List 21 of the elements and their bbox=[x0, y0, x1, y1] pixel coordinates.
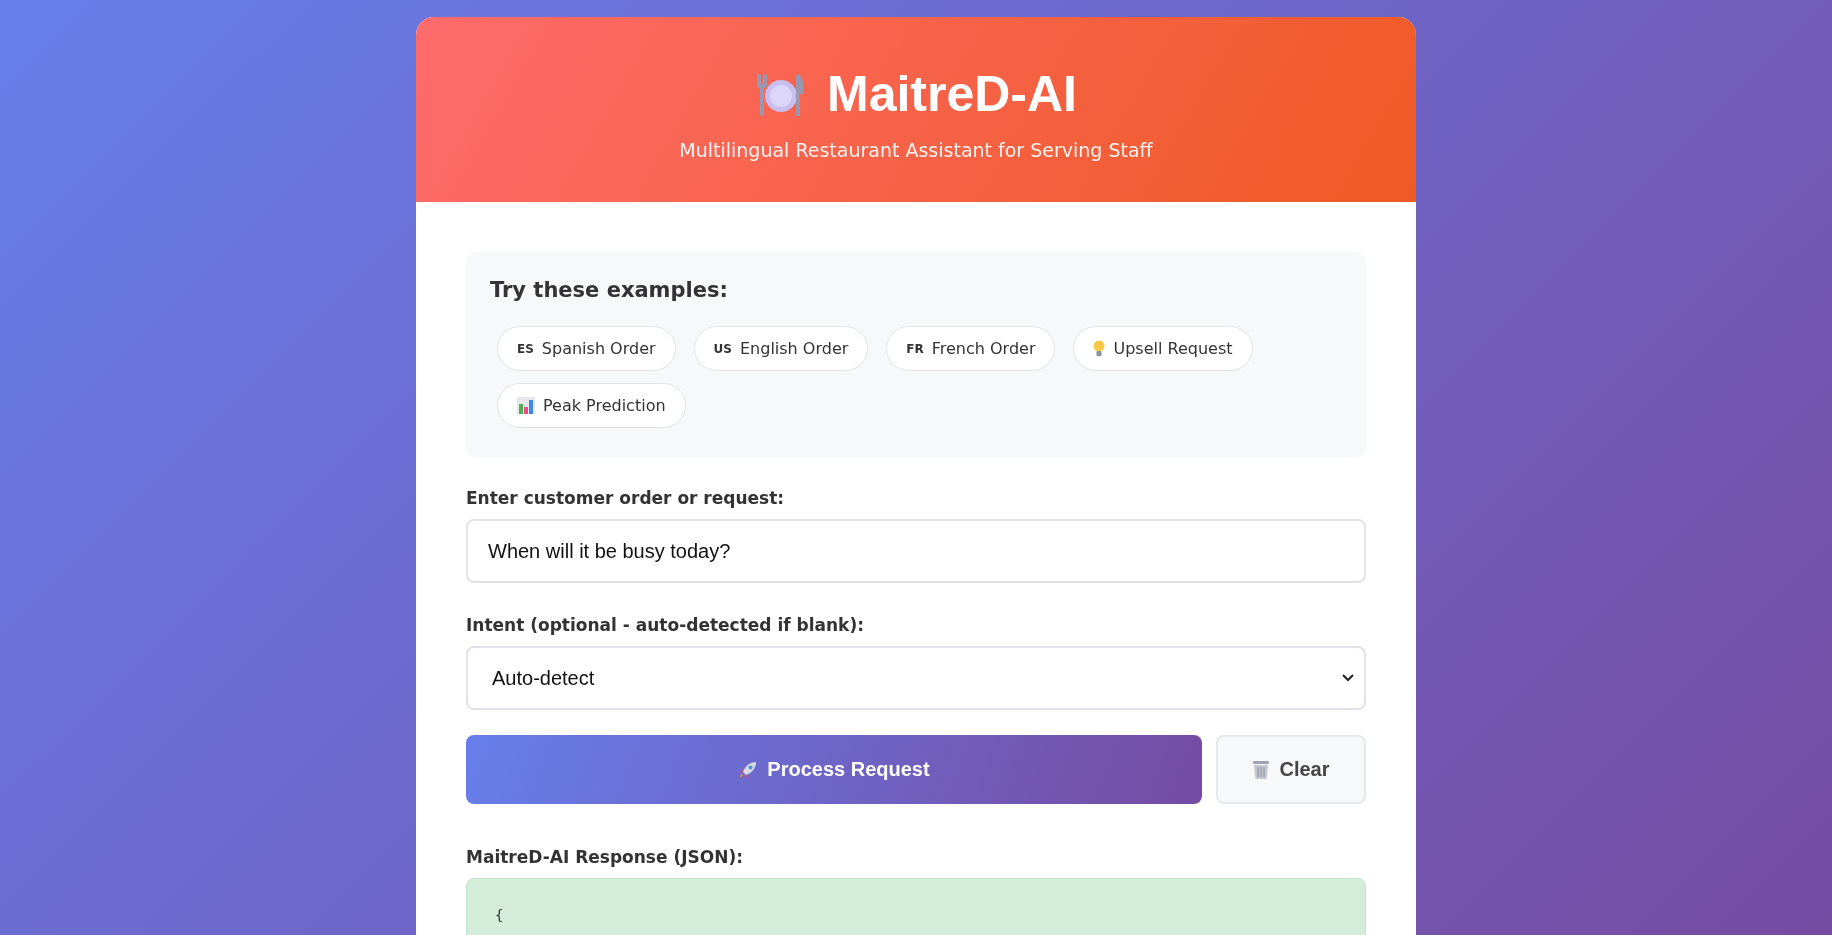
app-title: MaitreD-AI bbox=[827, 65, 1077, 123]
rocket-icon bbox=[738, 759, 759, 780]
trash-bin-icon bbox=[1252, 759, 1271, 780]
chevron-down-icon bbox=[1342, 674, 1354, 682]
example-chip[interactable]: Upsell Request bbox=[1073, 326, 1253, 371]
intent-label: Intent (optional - auto-detected if blank): bbox=[466, 615, 865, 635]
lightbulb-icon bbox=[1093, 339, 1106, 358]
example-chip[interactable]: US English Order bbox=[693, 326, 869, 371]
example-chip[interactable]: FR French Order bbox=[886, 326, 1056, 371]
example-chip[interactable]: ES Spanish Order bbox=[497, 326, 676, 371]
app-subtitle: Multilingual Restaurant Assistant for Serving Staff bbox=[679, 139, 1153, 161]
clear-button[interactable]: Clear bbox=[1216, 735, 1366, 804]
intent-select[interactable]: Auto-detect bbox=[466, 646, 1366, 710]
process-button[interactable]: Process Request bbox=[466, 735, 1202, 804]
bar-chart-icon bbox=[517, 397, 535, 414]
order-input[interactable]: When will it be busy today? bbox=[466, 519, 1366, 583]
order-label: Enter customer order or request: bbox=[466, 488, 786, 508]
response-label: MaitreD-AI Response (JSON): bbox=[466, 847, 744, 867]
code-line: { bbox=[495, 907, 504, 923]
examples-heading: Try these examples: bbox=[490, 278, 729, 302]
example-chip[interactable]: Peak Prediction bbox=[497, 383, 686, 428]
